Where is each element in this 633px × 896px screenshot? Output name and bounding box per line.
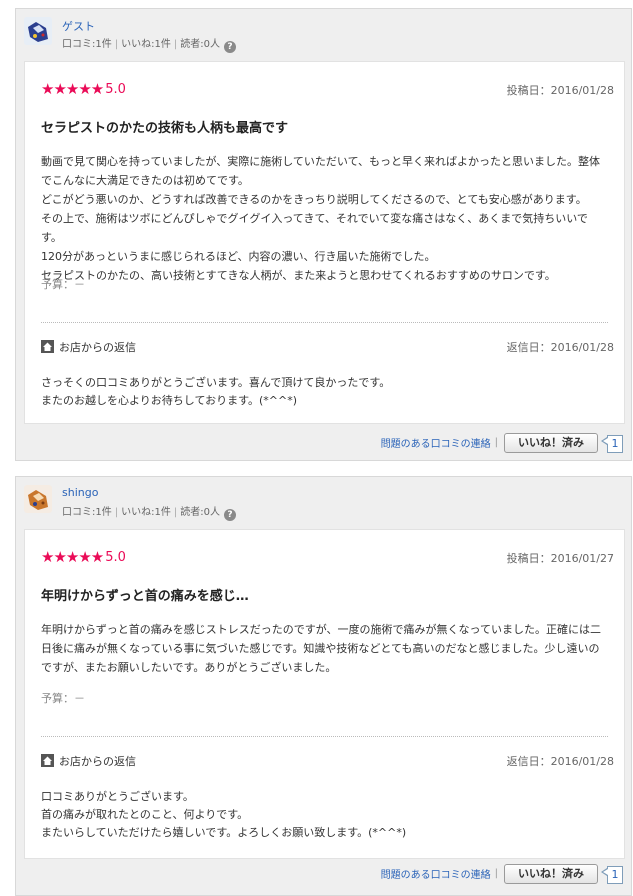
rating-stars: ★★★★★ 5.0: [41, 548, 126, 566]
reviewer-stats: 口コミ:1件 | いいね:1件 | 読者:0人?: [62, 503, 236, 521]
review-count: 口コミ:1件: [62, 39, 112, 50]
rating-stars: ★★★★★ 5.0: [41, 80, 126, 98]
review-count: 口コミ:1件: [62, 507, 112, 518]
avatar[interactable]: [24, 485, 52, 513]
review-footer: 問題のある口コミの連絡 | いいね！済み 1: [381, 432, 623, 454]
shop-reply-heading: お店からの返信: [41, 753, 136, 769]
question-circle-icon[interactable]: ?: [223, 509, 236, 521]
like-button[interactable]: いいね！済み: [504, 432, 598, 453]
question-circle-icon[interactable]: ?: [223, 41, 236, 53]
posted-date: 投稿日：2016/01/27: [506, 552, 614, 565]
rating-score: 5.0: [105, 550, 126, 565]
like-count: 1: [607, 435, 623, 453]
home-icon: [41, 340, 54, 353]
like-count-bubble: 1: [601, 432, 623, 453]
budget: 予算：－: [41, 278, 85, 291]
review-card: ★★★★★ 5.0 投稿日：2016/01/28 セラピストのかたの技術も人柄も最…: [24, 61, 625, 424]
like-count: 1: [607, 866, 623, 884]
reply-body: 口コミありがとうございます。 首の痛みが取れたとのこと、何よりです。 またいらし…: [41, 790, 407, 839]
posted-date: 投稿日：2016/01/28: [506, 84, 614, 97]
like-count-stat: いいね:1件: [121, 507, 171, 518]
reader-count: 読者:0人: [180, 507, 220, 518]
budget: 予算：－: [41, 692, 85, 705]
review-footer: 問題のある口コミの連絡 | いいね！済み 1: [381, 863, 623, 885]
reader-count: 読者:0人: [180, 39, 220, 50]
star-icon: ★★★★★: [41, 548, 104, 566]
reviewer-name[interactable]: ゲスト: [62, 18, 95, 34]
review-title: セラピストのかたの技術も人柄も最高です: [41, 121, 289, 136]
review-title: 年明けからずっと首の痛みを感じ…: [41, 589, 249, 604]
reviewer-name[interactable]: shingo: [62, 486, 98, 499]
report-link[interactable]: 問題のある口コミの連絡: [381, 870, 491, 881]
like-count-bubble: 1: [601, 863, 623, 884]
review-card: ★★★★★ 5.0 投稿日：2016/01/27 年明けからずっと首の痛みを感じ……: [24, 529, 625, 859]
rating-score: 5.0: [105, 82, 126, 97]
report-link[interactable]: 問題のある口コミの連絡: [381, 439, 491, 450]
home-icon: [41, 754, 54, 767]
reply-body: さっそくの口コミありがとうございます。喜んで頂けて良かったです。 またのお越しを…: [41, 376, 391, 407]
review-item: ゲスト 口コミ:1件 | いいね:1件 | 読者:0人? ★★★★★ 5.0 投稿日：20…: [15, 8, 632, 461]
reply-date: 返信日：2016/01/28: [506, 341, 614, 354]
shop-reply-heading: お店からの返信: [41, 339, 136, 355]
separator: |: [494, 868, 498, 879]
reviewer-stats: 口コミ:1件 | いいね:1件 | 読者:0人?: [62, 35, 236, 53]
review-body: 動画で見て関心を持っていましたが、実際に施術していただいて、もっと早く来ればよか…: [41, 155, 601, 282]
reply-heading-text: お店からの返信: [59, 755, 136, 768]
reply-date: 返信日：2016/01/28: [506, 755, 614, 768]
reply-heading-text: お店からの返信: [59, 341, 136, 354]
divider: [41, 736, 608, 737]
review-body: 年明けからずっと首の痛みを感じストレスだったのですが、一度の施術で痛みが無くなっ…: [41, 623, 602, 674]
like-count-stat: いいね:1件: [121, 39, 171, 50]
star-icon: ★★★★★: [41, 80, 104, 98]
separator: |: [494, 437, 498, 448]
like-button[interactable]: いいね！済み: [504, 863, 598, 884]
divider: [41, 322, 608, 323]
review-item: shingo 口コミ:1件 | いいね:1件 | 読者:0人? ★★★★★ 5.0 投稿日…: [15, 476, 632, 896]
avatar[interactable]: [24, 17, 52, 45]
